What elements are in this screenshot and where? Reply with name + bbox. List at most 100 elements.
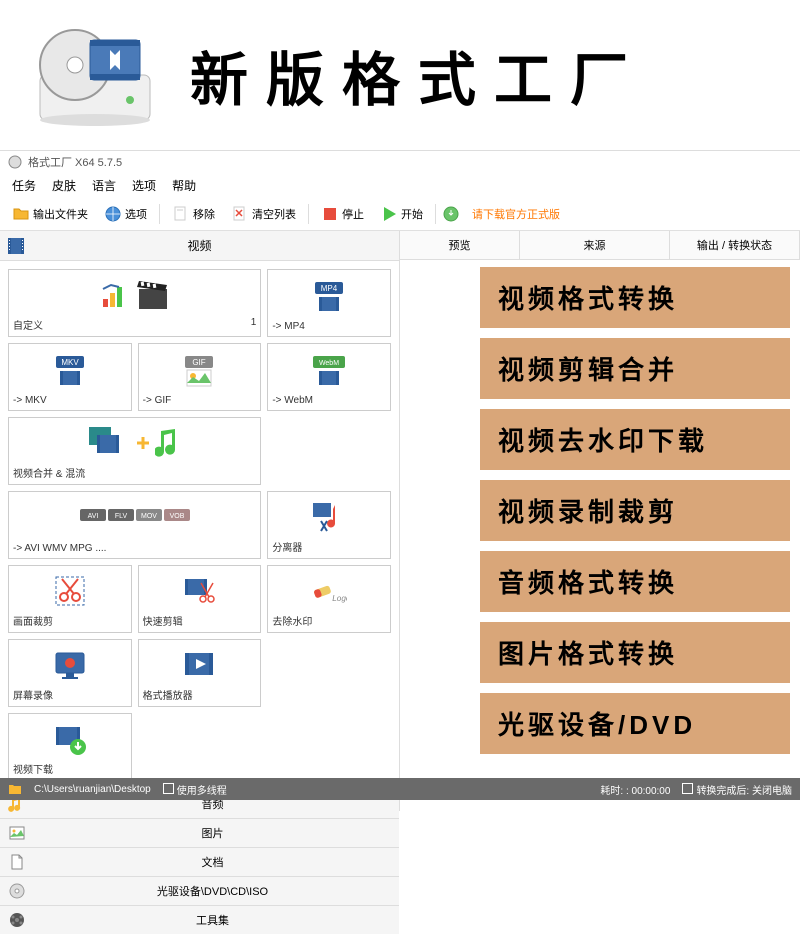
format-crop[interactable]: 画面裁剪 [8, 565, 132, 633]
gear-film-icon [8, 911, 26, 929]
format-screen-record[interactable]: 屏幕录像 [8, 639, 132, 707]
start-button[interactable]: 开始 [374, 202, 429, 226]
format-mp4[interactable]: MP4 -> MP4 [267, 269, 391, 337]
svg-text:FLV: FLV [114, 513, 127, 520]
eraser-icon: Logo [311, 573, 347, 609]
feature-banners: 视频格式转换 视频剪辑合并 视频去水印下载 视频录制裁剪 音频格式转换 图片格式… [480, 267, 790, 754]
promo-title: 新版格式工厂 [190, 33, 646, 117]
menu-options[interactable]: 选项 [132, 177, 156, 194]
mkv-badge-icon: MKV [52, 353, 88, 389]
menu-task[interactable]: 任务 [12, 177, 36, 194]
format-download[interactable]: 视频下载 [8, 713, 132, 781]
folder-small-icon[interactable] [8, 782, 22, 796]
options-button[interactable]: 选项 [98, 202, 153, 226]
svg-text:MP4: MP4 [321, 284, 338, 293]
vob-badge-icon: VOB [164, 509, 190, 529]
svg-text:GIF: GIF [193, 358, 206, 367]
player-icon [181, 647, 217, 683]
app-icon [8, 155, 22, 169]
svg-text:WebM: WebM [319, 360, 339, 367]
promo-banner: 新版格式工厂 [0, 0, 800, 150]
output-path: C:\Users\ruanjian\Desktop [34, 784, 151, 795]
svg-text:MKV: MKV [61, 358, 79, 367]
picture-icon [8, 824, 26, 842]
format-custom[interactable]: 自定义1 [8, 269, 261, 337]
stop-button[interactable]: 停止 [315, 202, 370, 226]
elapsed-time: 耗时: : 00:00:00 [600, 782, 670, 797]
menu-language[interactable]: 语言 [92, 177, 116, 194]
after-done-toggle[interactable]: 转换完成后: 关闭电脑 [682, 782, 792, 797]
clear-list-button[interactable]: 清空列表 [225, 202, 302, 226]
clear-icon [231, 205, 249, 223]
format-avi-wmv[interactable]: AVI FLV MOV VOB -> AVI WMV MPG .... [8, 491, 261, 559]
feature-7: 光驱设备/DVD [480, 693, 790, 754]
format-mkv[interactable]: MKV -> MKV [8, 343, 132, 411]
play-icon [380, 205, 398, 223]
format-quick-edit[interactable]: 快速剪辑 [138, 565, 262, 633]
music-note-icon [155, 425, 183, 461]
feature-4: 视频录制裁剪 [480, 480, 790, 541]
menu-skin[interactable]: 皮肤 [52, 177, 76, 194]
col-preview[interactable]: 预览 [400, 231, 520, 259]
plus-icon [135, 435, 151, 451]
film-stack-icon [87, 425, 131, 461]
col-output[interactable]: 输出 / 转换状态 [670, 231, 800, 259]
toolbar: 输出文件夹 选项 移除 清空列表 停止 开始 请下载官方正式版 [0, 198, 800, 231]
feature-1: 视频格式转换 [480, 267, 790, 328]
folder-icon [12, 205, 30, 223]
svg-text:MOV: MOV [141, 513, 157, 520]
app-logo-icon [30, 20, 160, 130]
scissors-icon [52, 573, 88, 609]
cut-film-icon [181, 573, 217, 609]
feature-5: 音频格式转换 [480, 551, 790, 612]
feature-3: 视频去水印下载 [480, 409, 790, 470]
webm-badge-icon: WebM [311, 353, 347, 389]
feature-2: 视频剪辑合并 [480, 338, 790, 399]
mp4-badge-icon: MP4 [311, 279, 347, 315]
window-title: 格式工厂 X64 5.7.5 [28, 154, 122, 170]
tools-category[interactable]: 工具集 [0, 905, 399, 934]
document-icon [8, 853, 26, 871]
splitter-icon [311, 499, 347, 535]
svg-text:AVI: AVI [87, 513, 98, 520]
svg-text:Logo: Logo [332, 593, 347, 602]
image-category[interactable]: 图片 [0, 818, 399, 847]
remove-icon [172, 205, 190, 223]
chart-icon [99, 279, 131, 311]
col-source[interactable]: 来源 [520, 231, 670, 259]
gif-badge-icon: GIF [181, 353, 217, 389]
avi-badge-icon: AVI [80, 509, 106, 529]
document-category[interactable]: 文档 [0, 847, 399, 876]
menu-bar: 任务 皮肤 语言 选项 帮助 [0, 173, 800, 198]
title-bar: 格式工厂 X64 5.7.5 [0, 151, 800, 173]
format-grid: 自定义1 MP4 -> MP4 MKV -> MKV GIF -> GIF We… [0, 261, 399, 789]
list-header: 预览 来源 输出 / 转换状态 [400, 231, 800, 260]
monitor-icon [52, 647, 88, 683]
stop-icon [321, 205, 339, 223]
left-panel: 视频 自定义1 MP4 -> MP4 MKV -> MKV [0, 231, 400, 811]
format-remove-watermark[interactable]: Logo 去除水印 [267, 565, 391, 633]
format-gif[interactable]: GIF -> GIF [138, 343, 262, 411]
download-globe-icon [442, 205, 460, 223]
multithread-toggle[interactable]: 使用多线程 [163, 782, 227, 797]
download-film-icon [52, 721, 88, 757]
output-folder-button[interactable]: 输出文件夹 [6, 202, 94, 226]
disc-icon [8, 882, 26, 900]
download-link[interactable]: 请下载官方正式版 [472, 206, 560, 222]
video-category-header[interactable]: 视频 [0, 231, 399, 261]
svg-text:VOB: VOB [169, 513, 184, 520]
flv-badge-icon: FLV [108, 509, 134, 529]
film-icon [6, 236, 26, 256]
status-bar: C:\Users\ruanjian\Desktop 使用多线程 耗时: : 00… [0, 778, 800, 800]
dvd-category[interactable]: 光驱设备\DVD\CD\ISO [0, 876, 399, 905]
app-window: 格式工厂 X64 5.7.5 任务 皮肤 语言 选项 帮助 输出文件夹 选项 移… [0, 150, 800, 811]
menu-help[interactable]: 帮助 [172, 177, 196, 194]
format-player[interactable]: 格式播放器 [138, 639, 262, 707]
mov-badge-icon: MOV [136, 509, 162, 529]
remove-button[interactable]: 移除 [166, 202, 221, 226]
format-merge[interactable]: 视频合并 & 混流 [8, 417, 261, 485]
globe-icon [104, 205, 122, 223]
format-webm[interactable]: WebM -> WebM [267, 343, 391, 411]
format-splitter[interactable]: 分离器 [267, 491, 391, 559]
right-panel: 预览 来源 输出 / 转换状态 视频格式转换 视频剪辑合并 视频去水印下载 视频… [400, 231, 800, 811]
